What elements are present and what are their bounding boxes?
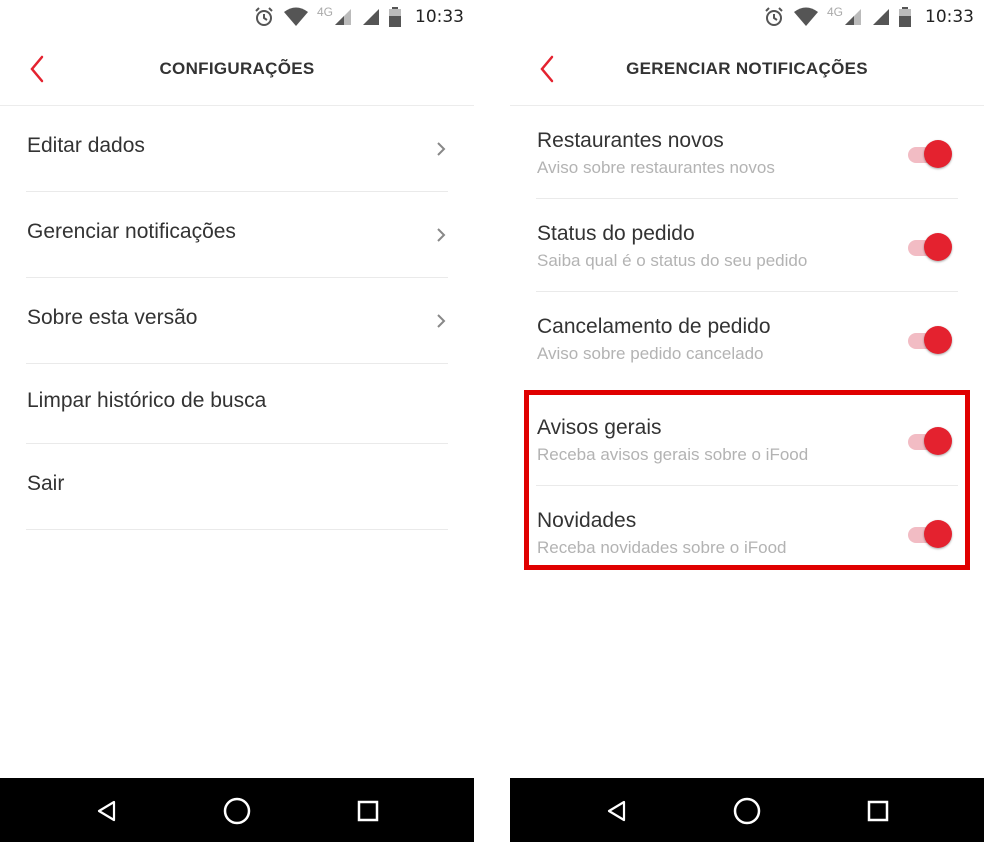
signal-icon (361, 7, 381, 27)
page-title: CONFIGURAÇÕES (159, 59, 315, 78)
battery-icon (389, 7, 401, 27)
notification-item-cancelamento-de-pedido: Cancelamento de pedido Aviso sobre pedid… (536, 292, 958, 385)
status-time: 10:33 (415, 7, 464, 27)
settings-menu: Editar dados Gerenciar notificações Sobr… (26, 106, 448, 530)
system-nav-bar (0, 778, 474, 842)
app-bar: GERENCIAR NOTIFICAÇÕES (510, 34, 984, 106)
notification-title: Cancelamento de pedido (537, 315, 771, 338)
nav-recents-button[interactable] (353, 796, 383, 826)
nav-home-button[interactable] (732, 796, 762, 826)
notification-title: Status do pedido (537, 222, 695, 245)
menu-item-label: Sobre esta versão (27, 306, 198, 329)
network-type-label: 4G (316, 5, 333, 19)
signal-icon (333, 7, 353, 27)
notification-item-status-do-pedido: Status do pedido Saiba qual é o status d… (536, 199, 958, 292)
screenshot-stage: 4G 10:33 CONFIGURAÇÕES Editar dados Gere… (0, 0, 984, 842)
menu-item-sobre-esta-versao[interactable]: Sobre esta versão (26, 278, 448, 364)
notifications-screen: 4G 10:33 GERENCIAR NOTIFICAÇÕES Restaura… (510, 0, 984, 842)
nav-back-button[interactable] (92, 796, 122, 826)
network-type-label: 4G (826, 5, 843, 19)
status-bar: 4G 10:33 (0, 0, 474, 34)
wifi-icon (283, 7, 309, 27)
menu-item-label: Sair (27, 472, 65, 495)
menu-item-label: Limpar histórico de busca (27, 389, 267, 412)
chevron-right-icon (437, 314, 446, 328)
menu-item-label: Editar dados (27, 134, 145, 157)
notification-description: Saiba qual é o status do seu pedido (537, 251, 808, 270)
nav-recents-icon (357, 800, 379, 822)
alarm-icon (763, 6, 785, 28)
nav-back-icon (607, 800, 626, 822)
notification-item-restaurantes-novos: Restaurantes novos Aviso sobre restauran… (536, 106, 958, 199)
signal-icon (871, 7, 891, 27)
chevron-right-icon (437, 228, 446, 242)
system-nav-bar (510, 778, 984, 842)
settings-screen: 4G 10:33 CONFIGURAÇÕES Editar dados Gere… (0, 0, 474, 842)
nav-home-button[interactable] (222, 796, 252, 826)
chevron-right-icon (437, 142, 446, 156)
menu-item-gerenciar-notificacoes[interactable]: Gerenciar notificações (26, 192, 448, 278)
nav-back-icon (97, 800, 116, 822)
nav-home-icon (733, 797, 761, 825)
notification-description: Aviso sobre pedido cancelado (537, 344, 764, 363)
wifi-icon (793, 7, 819, 27)
page-title: GERENCIAR NOTIFICAÇÕES (626, 59, 868, 78)
status-bar: 4G 10:33 (510, 0, 984, 34)
toggle-switch[interactable] (908, 139, 952, 169)
notification-title: Restaurantes novos (537, 129, 724, 152)
nav-recents-icon (867, 800, 889, 822)
menu-item-limpar-historico[interactable]: Limpar histórico de busca (26, 364, 448, 444)
highlight-box (524, 390, 970, 570)
toggle-switch[interactable] (908, 325, 952, 355)
menu-item-sair[interactable]: Sair (26, 444, 448, 530)
signal-icon (843, 7, 863, 27)
toggle-switch[interactable] (908, 232, 952, 262)
nav-home-icon (223, 797, 251, 825)
menu-item-label: Gerenciar notificações (27, 220, 236, 243)
battery-icon (899, 7, 911, 27)
status-time: 10:33 (925, 7, 974, 27)
menu-item-editar-dados[interactable]: Editar dados (26, 106, 448, 192)
nav-recents-button[interactable] (863, 796, 893, 826)
notification-description: Aviso sobre restaurantes novos (537, 158, 775, 177)
alarm-icon (253, 6, 275, 28)
app-bar: CONFIGURAÇÕES (0, 34, 474, 106)
nav-back-button[interactable] (602, 796, 632, 826)
